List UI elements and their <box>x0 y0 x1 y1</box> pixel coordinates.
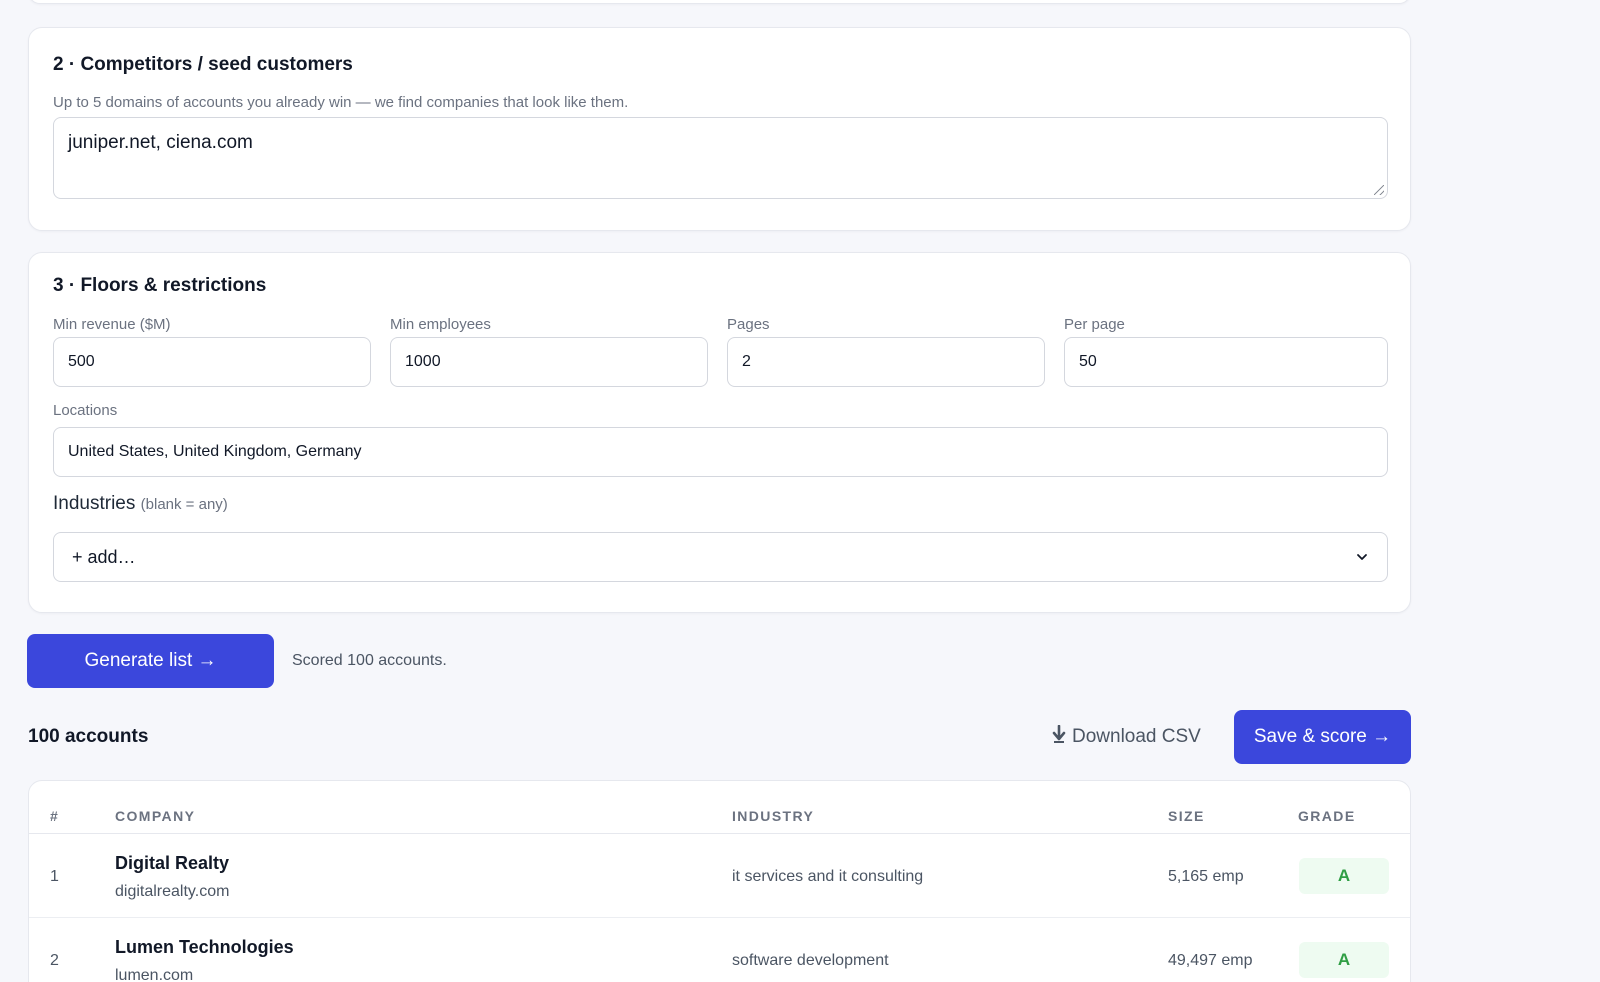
row-number: 1 <box>50 868 59 885</box>
min-employees-input[interactable]: 1000 <box>390 337 708 387</box>
accounts-table: # COMPANY INDUSTRY SIZE GRADE 1 Digital … <box>28 780 1411 982</box>
section-title: 2 · Competitors / seed customers <box>53 54 353 75</box>
industries-select[interactable]: + add… <box>53 532 1388 582</box>
chevron-down-icon <box>1355 550 1369 564</box>
min-employees-label: Min employees <box>390 316 491 333</box>
company-name: Lumen Technologies <box>115 937 294 957</box>
company-size: 5,165 emp <box>1168 868 1244 885</box>
locations-value: United States, United Kingdom, Germany <box>68 443 362 460</box>
industries-hint: (blank = any) <box>140 496 228 513</box>
company-industry: software development <box>732 952 889 969</box>
table-row[interactable]: 2 Lumen Technologies lumen.com software … <box>29 918 1410 982</box>
download-csv-button[interactable]: Download CSV <box>1052 724 1201 749</box>
industries-label-row: Industries (blank = any) <box>53 493 228 515</box>
competitors-section: 2 · Competitors / seed customers Up to 5… <box>28 27 1411 231</box>
floors-section: 3 · Floors & restrictions Min revenue ($… <box>28 252 1411 613</box>
download-csv-label: Download CSV <box>1072 726 1201 747</box>
section-title: 3 · Floors & restrictions <box>53 275 267 296</box>
company-name: Digital Realty <box>115 853 230 873</box>
download-arrow-icon <box>1052 724 1066 749</box>
min-revenue-label: Min revenue ($M) <box>53 316 171 333</box>
per-page-input[interactable]: 50 <box>1064 337 1388 387</box>
header-size: SIZE <box>1168 808 1205 824</box>
industries-select-value: + add… <box>72 546 136 567</box>
pages-label: Pages <box>727 316 770 333</box>
header-company: COMPANY <box>115 808 196 824</box>
pages-value: 2 <box>742 353 751 370</box>
per-page-value: 50 <box>1079 353 1097 370</box>
page: 2 · Competitors / seed customers Up to 5… <box>0 0 1600 982</box>
accounts-count: 100 accounts <box>28 726 149 747</box>
save-score-button[interactable]: Save & score → <box>1234 710 1411 764</box>
industries-label: Industries <box>53 493 136 514</box>
status-text: Scored 100 accounts. <box>292 652 447 669</box>
row-number: 2 <box>50 952 59 969</box>
company-domain: digitalrealty.com <box>115 883 230 900</box>
previous-section-card <box>28 0 1411 4</box>
header-industry: INDUSTRY <box>732 808 815 824</box>
company-industry: it services and it consulting <box>732 868 924 885</box>
company-domain: lumen.com <box>115 967 194 982</box>
per-page-label: Per page <box>1064 316 1125 333</box>
locations-label: Locations <box>53 402 118 419</box>
grade-badge: A <box>1299 858 1389 894</box>
table-row[interactable]: 1 Digital Realty digitalrealty.com it se… <box>29 834 1410 918</box>
grade-badge: A <box>1299 942 1389 978</box>
min-revenue-value: 500 <box>68 353 95 370</box>
min-employees-value: 1000 <box>405 353 441 370</box>
competitor-domains-value: juniper.net, ciena.com <box>68 132 253 153</box>
generate-list-button[interactable]: Generate list → <box>27 634 274 688</box>
section-hint: Up to 5 domains of accounts you already … <box>53 94 629 111</box>
competitor-domains-input[interactable]: juniper.net, ciena.com <box>53 117 1388 199</box>
header-number: # <box>50 808 60 824</box>
resize-grip-icon[interactable] <box>1374 185 1384 195</box>
pages-input[interactable]: 2 <box>727 337 1045 387</box>
locations-input[interactable]: United States, United Kingdom, Germany <box>53 427 1388 477</box>
min-revenue-input[interactable]: 500 <box>53 337 371 387</box>
header-grade: GRADE <box>1298 808 1356 824</box>
company-size: 49,497 emp <box>1168 952 1253 969</box>
